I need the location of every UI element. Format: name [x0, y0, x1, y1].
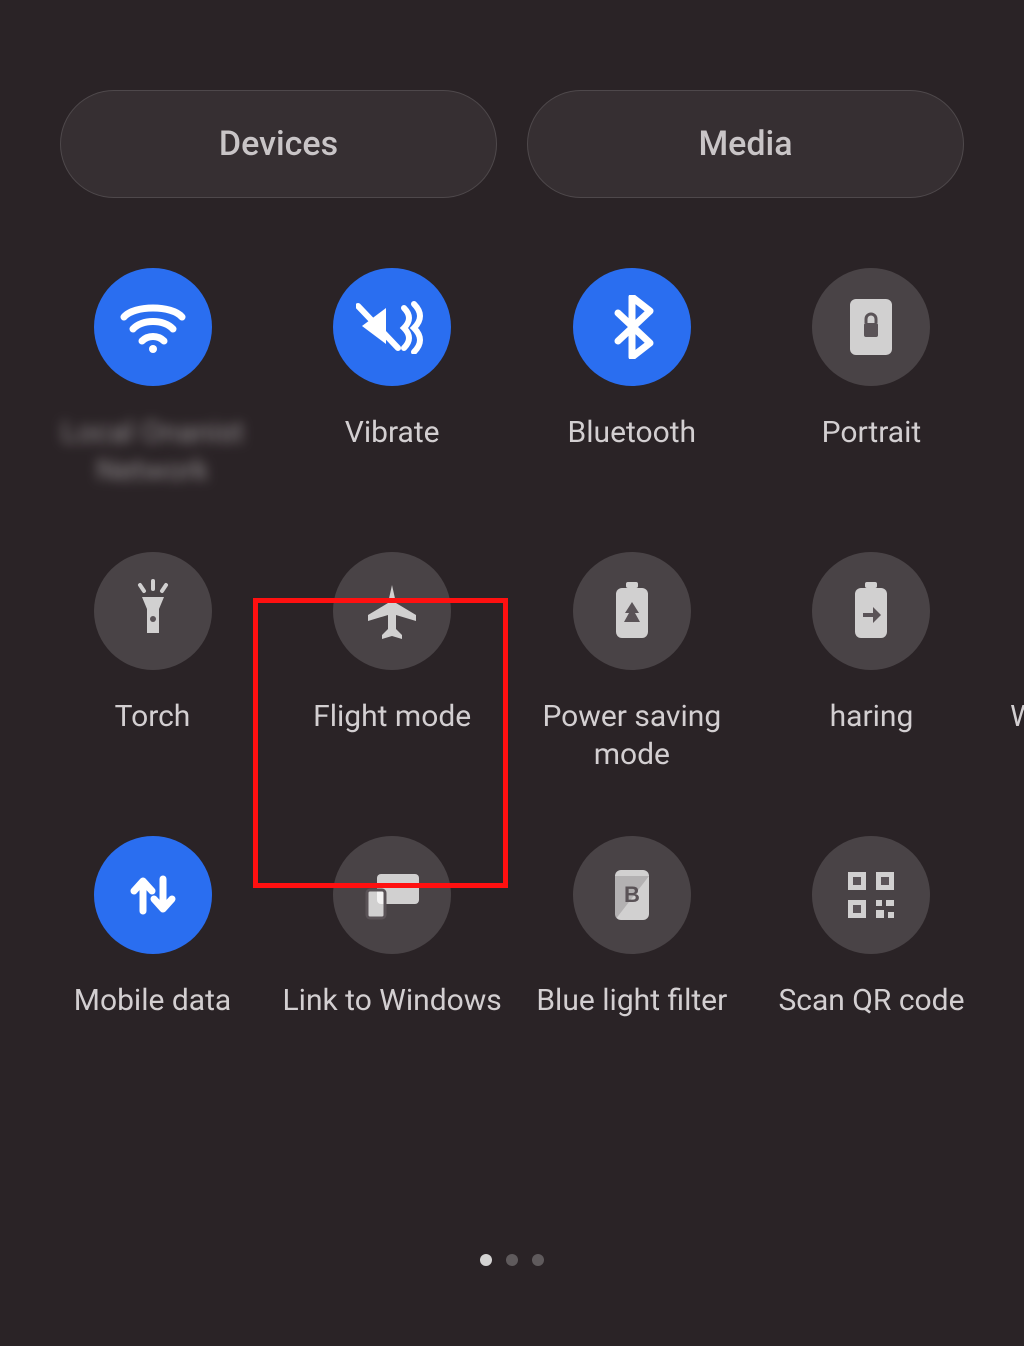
bluetooth-icon: [573, 268, 691, 386]
blue-light-tile[interactable]: B Blue light filter: [519, 836, 744, 1060]
mobile-data-label: Mobile data: [74, 982, 231, 1060]
portrait-label: Portrait: [822, 414, 922, 492]
wifi-tile[interactable]: Local Onanist Network: [40, 268, 265, 492]
qr-tile[interactable]: Scan QR code: [759, 836, 984, 1060]
vibrate-label: Vibrate: [345, 414, 440, 492]
power-saving-tile[interactable]: Power saving mode: [519, 552, 744, 776]
wifi-label: Local Onanist Network: [40, 414, 265, 492]
media-button[interactable]: Media: [527, 90, 964, 198]
wifi-icon: [94, 268, 212, 386]
portrait-tile[interactable]: Portrait: [759, 268, 984, 492]
blue-light-label: Blue light filter: [536, 982, 727, 1060]
airplane-icon: [333, 552, 451, 670]
torch-label: Torch: [115, 698, 191, 776]
power-saving-label: Power saving mode: [519, 698, 744, 776]
battery-share-tile[interactable]: haring: [759, 552, 984, 776]
portrait-lock-icon: [812, 268, 930, 386]
torch-tile[interactable]: Torch: [40, 552, 265, 776]
quick-settings-row-2: Torch Flight mode Powe: [40, 552, 984, 776]
blue-light-icon: B: [573, 836, 691, 954]
qr-label: Scan QR code: [778, 982, 964, 1060]
vibrate-tile[interactable]: Vibrate: [280, 268, 505, 492]
quick-settings-row-3: Mobile data Link to Windows: [40, 836, 984, 1060]
link-windows-tile[interactable]: Link to Windows: [280, 836, 505, 1060]
flight-mode-label: Flight mode: [313, 698, 471, 776]
mobile-data-tile[interactable]: Mobile data: [40, 836, 265, 1060]
link-windows-label: Link to Windows: [283, 982, 502, 1060]
svg-text:B: B: [624, 882, 640, 907]
bluetooth-label: Bluetooth: [568, 414, 697, 492]
torch-icon: [94, 552, 212, 670]
flight-mode-tile[interactable]: Flight mode: [280, 552, 505, 776]
link-windows-icon: [333, 836, 451, 954]
battery-recycle-icon: [573, 552, 691, 670]
quick-settings-row-1: Local Onanist Network Vibrate: [40, 268, 984, 492]
vibrate-icon: [333, 268, 451, 386]
mobile-data-icon: [94, 836, 212, 954]
overflow-tile-label: Wi: [1010, 699, 1024, 734]
battery-share-label: haring: [830, 698, 914, 776]
devices-button[interactable]: Devices: [60, 90, 497, 198]
battery-share-icon: [812, 552, 930, 670]
qr-icon: [812, 836, 930, 954]
bluetooth-tile[interactable]: Bluetooth: [519, 268, 744, 492]
